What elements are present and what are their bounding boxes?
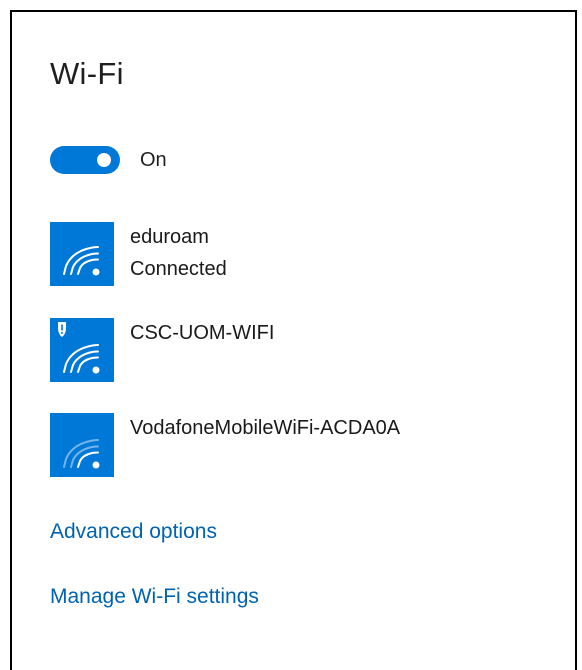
network-item-eduroam[interactable]: eduroam Connected <box>50 222 550 286</box>
toggle-knob <box>97 153 111 167</box>
wifi-toggle-row: On <box>50 146 167 174</box>
network-name: VodafoneMobileWiFi-ACDA0A <box>130 417 401 439</box>
wifi-signal-icon <box>50 222 114 286</box>
toggle-state-label: On <box>140 148 167 171</box>
shield-icon <box>58 322 66 337</box>
wifi-panel: Wi-Fi On eduroam Connected CSC-UOM-WIFI … <box>10 10 577 670</box>
advanced-options-link[interactable]: Advanced options <box>50 520 217 544</box>
wifi-signal-icon <box>50 413 114 477</box>
network-item-vodafone[interactable]: VodafoneMobileWiFi-ACDA0A <box>50 413 550 477</box>
network-item-csc-uom-wifi[interactable]: CSC-UOM-WIFI <box>50 318 550 382</box>
page-title: Wi-Fi <box>50 56 124 91</box>
wifi-toggle[interactable] <box>50 146 120 174</box>
network-status: Connected <box>130 258 227 280</box>
network-name: eduroam <box>130 226 209 248</box>
wifi-signal-icon <box>50 318 114 382</box>
network-name: CSC-UOM-WIFI <box>130 322 275 344</box>
manage-wifi-settings-link[interactable]: Manage Wi-Fi settings <box>50 585 259 609</box>
